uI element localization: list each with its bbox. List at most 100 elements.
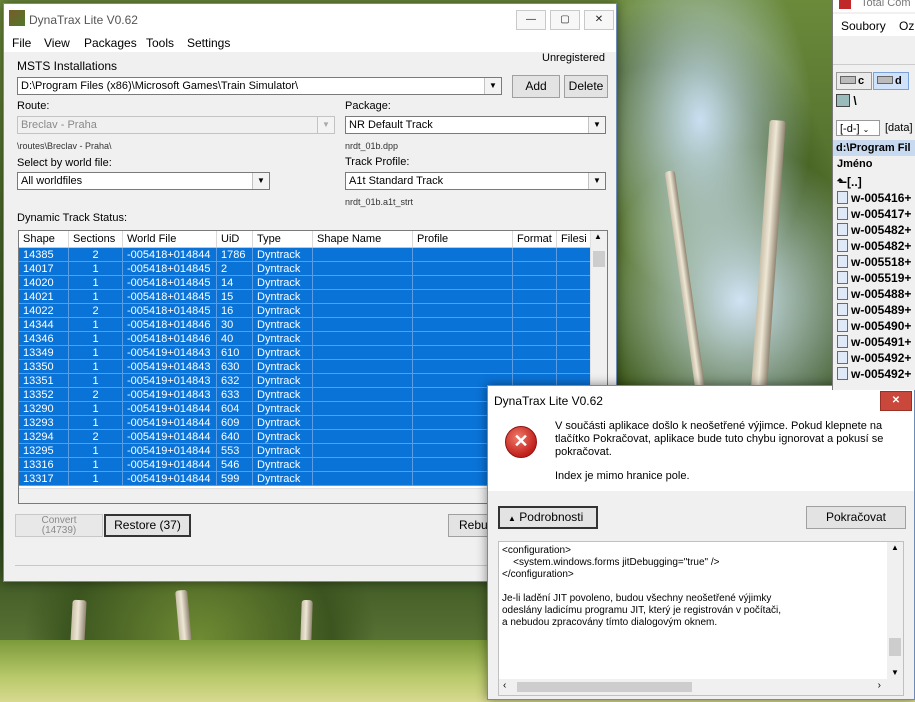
details-line: <configuration> [502,545,571,556]
menu-settings[interactable]: Settings [187,34,230,52]
cell-type: Dyntrack [253,262,313,276]
scroll-thumb[interactable] [517,682,692,692]
menu-view[interactable]: View [44,34,70,52]
fm-file-item[interactable]: w-005482+ [837,223,911,237]
menu-file[interactable]: File [12,34,31,52]
cell-sections: 1 [69,276,123,290]
cell-type: Dyntrack [253,290,313,304]
table-row[interactable]: 13349 1 -005419+014843 610 Dyntrack [19,346,591,360]
dialog-close-button[interactable]: ✕ [880,391,912,411]
drive-d-button[interactable]: d [873,72,909,90]
details-vscroll[interactable]: ▲ ▼ [887,542,903,679]
fm-file-item[interactable]: w-005492+ [837,367,911,381]
scroll-right-icon[interactable]: › [878,680,881,691]
add-button[interactable]: Add [512,75,560,98]
menu-packages[interactable]: Packages [84,34,137,52]
cell-format [513,290,557,304]
cell-shape-name [313,248,413,262]
chevron-down-icon[interactable]: ▼ [588,117,605,133]
drive-selector[interactable]: [-d-] ⌄ [836,120,880,136]
table-row[interactable]: 13350 1 -005419+014843 630 Dyntrack [19,360,591,374]
cell-format [513,360,557,374]
package-dropdown[interactable]: NR Default Track ▼ [345,116,606,134]
registration-status: Unregistered [542,52,605,64]
dialog-title: DynaTrax Lite V0.62 [494,394,603,408]
fm-file-item[interactable]: w-005489+ [837,303,911,317]
cell-profile [413,248,513,262]
title-bar[interactable]: DynaTrax Lite V0.62 — ▢ ✕ [4,4,616,34]
fm-file-item[interactable]: w-005519+ [837,271,911,285]
cell-world-file: -005418+014845 [123,290,217,304]
restore-button[interactable]: Restore (37) [104,514,191,537]
fm-title-bar[interactable]: Total Com [833,0,915,12]
table-row[interactable]: 14017 1 -005418+014845 2 Dyntrack [19,262,591,276]
network-root-button[interactable]: \ [836,94,866,110]
table-row[interactable]: 14344 1 -005418+014846 30 Dyntrack [19,318,591,332]
fm-file-item[interactable]: w-005490+ [837,319,911,333]
fm-file-item[interactable]: w-005518+ [837,255,911,269]
fm-file-item[interactable]: w-005482+ [837,239,911,253]
scroll-left-icon[interactable]: ‹ [503,680,506,691]
fm-file-item[interactable]: w-005417+ [837,207,911,221]
track-profile-value: A1t Standard Track [349,175,444,187]
minimize-button[interactable]: — [516,10,546,30]
menu-tools[interactable]: Tools [146,34,174,52]
cell-world-file: -005419+014843 [123,360,217,374]
chevron-down-icon[interactable]: ▼ [252,173,269,189]
msts-path-value: D:\Program Files (x86)\Microsoft Games\T… [21,80,299,92]
cell-filesize [557,332,591,346]
scroll-up-icon[interactable]: ▲ [891,543,899,552]
cell-world-file: -005419+014844 [123,444,217,458]
continue-button[interactable]: Pokračovat [806,506,906,529]
fm-file-item[interactable]: w-005416+ [837,191,911,205]
col-format[interactable]: Format [513,231,557,247]
details-button[interactable]: ▲ Podrobnosti [498,506,598,529]
details-textbox[interactable]: <configuration> <system.windows.forms ji… [498,541,904,696]
scroll-thumb[interactable] [593,251,605,267]
world-file-label: Select by world file: [17,157,112,169]
delete-button[interactable]: Delete [564,75,608,98]
drive-c-button[interactable]: c [836,72,872,90]
dialog-title-bar[interactable]: DynaTrax Lite V0.62 ✕ [488,386,914,414]
fm-menu-mark[interactable]: Ozn [899,19,915,33]
maximize-button[interactable]: ▢ [550,10,580,30]
chevron-down-icon[interactable]: ▼ [484,78,501,94]
fm-file-name: w-005482+ [851,239,912,253]
fm-menu-files[interactable]: Soubory [841,19,886,33]
col-uid[interactable]: UiD [217,231,253,247]
scroll-up-icon[interactable]: ▲ [594,232,602,241]
col-filesize[interactable]: Filesi [557,231,591,247]
chevron-down-icon[interactable]: ⌄ [863,125,870,134]
table-row[interactable]: 14020 1 -005418+014845 14 Dyntrack [19,276,591,290]
chevron-down-icon[interactable]: ▼ [588,173,605,189]
col-world-file[interactable]: World File [123,231,217,247]
cell-sections: 1 [69,290,123,304]
cell-world-file: -005418+014846 [123,332,217,346]
close-button[interactable]: ✕ [584,10,614,30]
menu-bar: File View Packages Tools Settings [4,34,616,52]
fm-file-item[interactable]: w-005491+ [837,335,911,349]
scroll-thumb[interactable] [889,638,901,656]
table-row[interactable]: 14385 2 -005418+014844 1786 Dyntrack [19,248,591,262]
track-profile-dropdown[interactable]: A1t Standard Track ▼ [345,172,606,190]
col-type[interactable]: Type [253,231,313,247]
col-shape[interactable]: Shape [19,231,69,247]
col-profile[interactable]: Profile [413,231,513,247]
world-file-dropdown[interactable]: All worldfiles ▼ [17,172,270,190]
col-shape-name[interactable]: Shape Name [313,231,413,247]
fm-file-item[interactable]: w-005492+ [837,351,911,365]
table-row[interactable]: 14021 1 -005418+014845 15 Dyntrack [19,290,591,304]
fm-up-dir[interactable]: ⬑[..] [837,175,862,189]
details-hscroll[interactable]: ‹ › [499,679,903,695]
msts-path-dropdown[interactable]: D:\Program Files (x86)\Microsoft Games\T… [17,77,502,95]
table-row[interactable]: 14346 1 -005418+014846 40 Dyntrack [19,332,591,346]
cell-shape: 14346 [19,332,69,346]
cell-shape-name [313,416,413,430]
cell-uid: 632 [217,374,253,388]
col-sections[interactable]: Sections [69,231,123,247]
convert-count: (14739) [41,525,77,536]
table-row[interactable]: 14022 2 -005418+014845 16 Dyntrack [19,304,591,318]
scroll-down-icon[interactable]: ▼ [891,668,899,677]
fm-file-item[interactable]: w-005488+ [837,287,911,301]
fm-column-name[interactable]: Jméno [837,158,872,170]
